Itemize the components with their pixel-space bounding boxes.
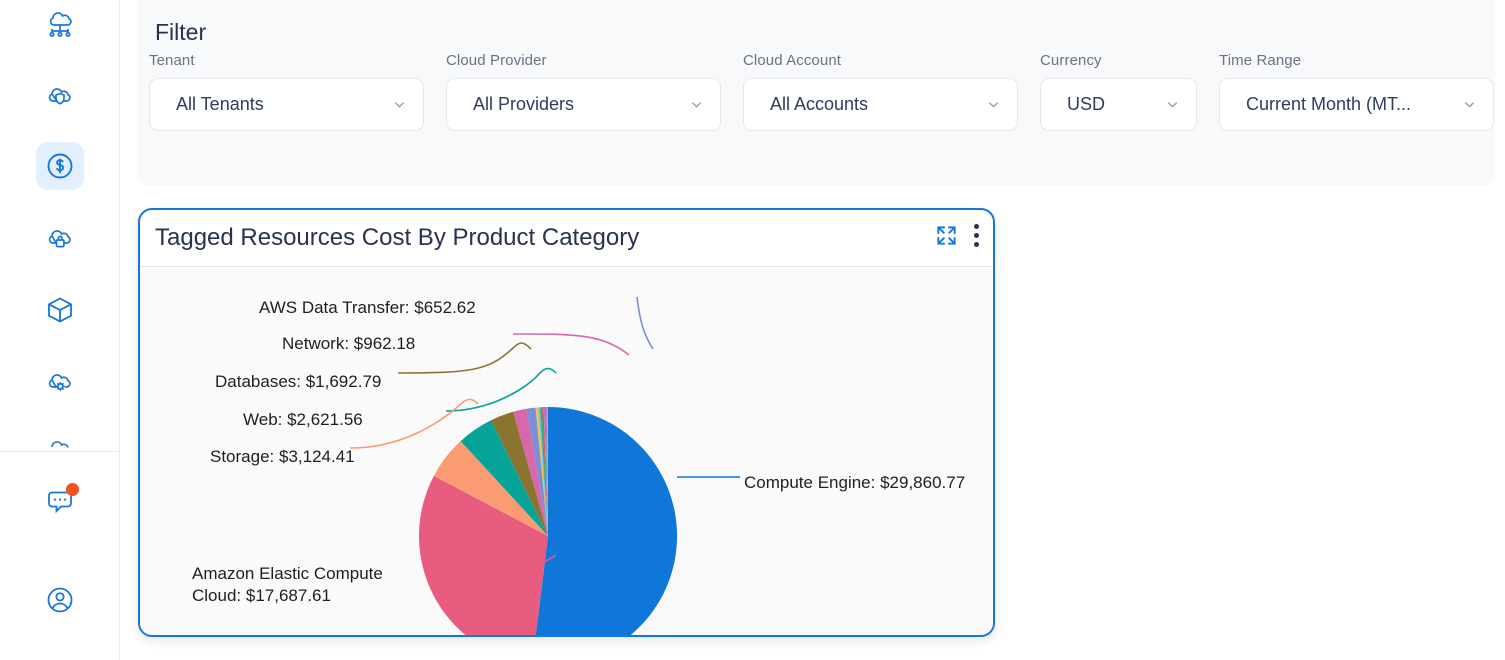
pie-slice-label: Storage: $3,124.41 [210,447,355,466]
dollar-circle-icon [47,153,72,179]
pie-slice-label: Network: $962.18 [282,334,416,353]
filter-label-tenant: Tenant [149,52,195,69]
pie-leader-line [349,398,479,449]
chart-card: Tagged Resources Cost By Product Categor… [138,208,995,637]
sidebar-item-billing[interactable] [35,142,84,190]
chevron-down-icon [691,102,702,108]
sidebar-item-cloud-shield[interactable] [36,70,84,118]
chevron-down-icon [394,102,405,108]
chart-card-title: Tagged Resources Cost By Product Categor… [155,224,640,251]
tenant-select[interactable]: All Tenants [149,78,424,131]
more-vertical-icon[interactable] [974,224,979,247]
filter-field-currency: Currency USD [1040,52,1197,131]
user-avatar-icon [47,587,72,613]
app-root: Filter Tenant All Tenants Cloud Provider… [0,0,1505,660]
pie-slice-label: Web: $2,621.56 [243,410,363,429]
filter-panel: Filter Tenant All Tenants Cloud Provider… [137,0,1495,186]
chevron-down-icon [988,102,999,108]
pie-slice-label: AWS Data Transfer: $652.62 [259,298,476,317]
pie-leader-line [512,333,630,356]
cloud-provider-select-value: All Providers [473,94,575,114]
pie-slice-label: Databases: $1,692.79 [215,372,382,391]
filter-field-cloud-account: Cloud Account All Accounts [743,52,1018,131]
notification-badge [65,483,79,496]
sidebar-item-cloud-network[interactable] [36,0,84,46]
sidebar-item-messages[interactable] [36,478,84,526]
filter-field-tenant: Tenant All Tenants [149,52,424,131]
filter-label-cloud-account: Cloud Account [743,52,842,69]
pie-slice-label: Amazon Elastic Compute [192,564,383,583]
cloud-shield-icon [48,88,71,105]
sidebar-item-profile[interactable] [36,576,84,624]
chart-card-body: AWS Data Transfer: $652.62 Network: $962.… [140,267,993,637]
sidebar-item-cloud-security[interactable] [36,214,84,262]
chart-card-actions [935,224,979,247]
sidebar-item-cloud-settings[interactable] [36,358,84,406]
filter-label-currency: Currency [1040,52,1102,69]
currency-select[interactable]: USD [1040,78,1197,131]
currency-select-value: USD [1067,94,1106,114]
pie-leader-line [397,342,532,374]
chart-card-header: Tagged Resources Cost By Product Categor… [140,210,993,267]
cloud-account-select[interactable]: All Accounts [743,78,1018,131]
sidebar-item-resources[interactable] [36,286,84,334]
pie-slices [419,406,677,637]
pie-slice-label: Cloud: $17,687.61 [192,586,331,605]
expand-arrows-icon[interactable] [935,224,958,247]
cloud-account-select-value: All Accounts [770,94,869,114]
time-range-select-value: Current Month (MT... [1246,94,1412,114]
cloud-lock-icon [48,230,71,248]
time-range-select[interactable]: Current Month (MT... [1219,78,1494,131]
sidebar [0,0,120,660]
filter-label-time-range: Time Range [1219,52,1302,69]
cloud-partial-icon [50,441,69,448]
pie-leader-line [636,296,654,350]
pie-slice[interactable] [532,407,677,637]
cloud-network-icon [48,12,72,38]
cloud-provider-select[interactable]: All Providers [446,78,721,131]
filter-field-time-range: Time Range Current Month (MT... [1219,52,1494,131]
filter-panel-title: Filter [155,19,207,45]
tenant-select-value: All Tenants [176,94,264,114]
filter-field-cloud-provider: Cloud Provider All Providers [446,52,721,131]
filter-label-cloud-provider: Cloud Provider [446,52,547,69]
filter-fields-row: Tenant All Tenants Cloud Provider All Pr… [149,52,1494,131]
cloud-gear-icon [48,374,71,391]
chevron-down-icon [1167,102,1178,108]
sidebar-item-partial[interactable] [36,430,84,454]
pie-slice-label: Compute Engine: $29,860.77 [744,473,966,492]
chevron-down-icon [1464,102,1475,108]
cube-icon [47,297,72,323]
pie-leader-line [445,367,557,412]
